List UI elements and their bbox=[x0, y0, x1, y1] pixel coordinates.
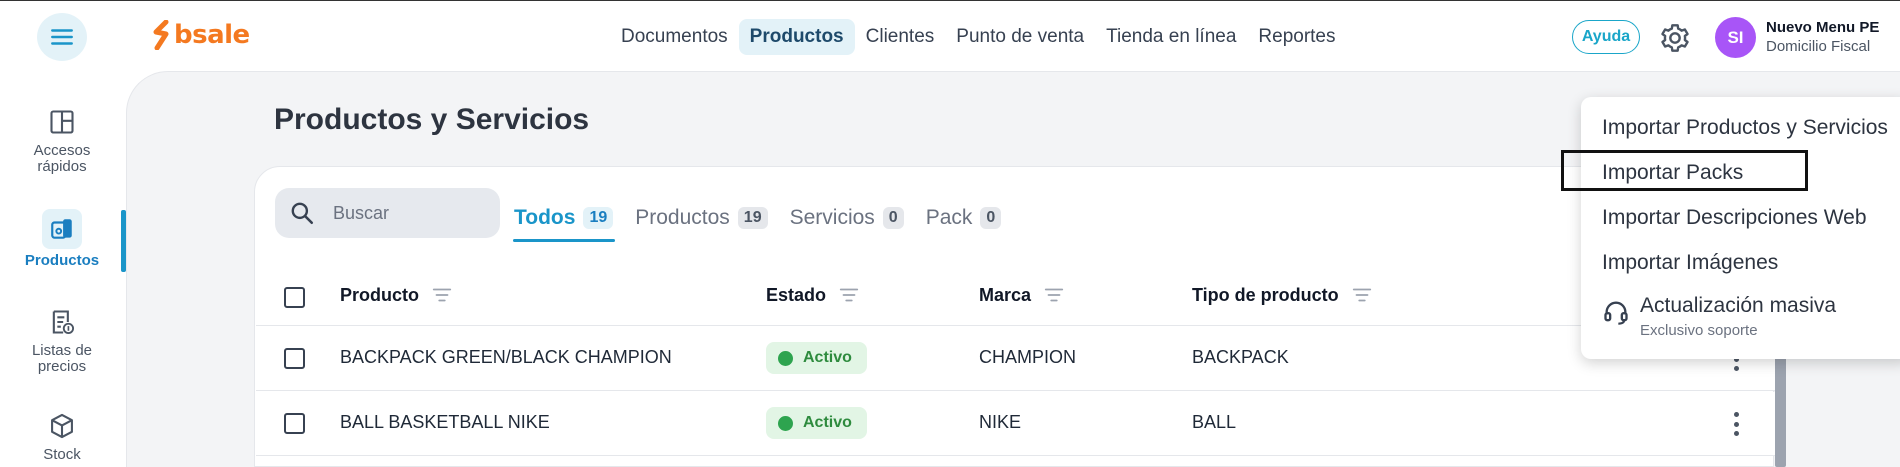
nav-productos[interactable]: Productos bbox=[738, 19, 855, 55]
filter-tabs: Todos 19 Productos 19 Servicios 0 Pack 0 bbox=[512, 198, 1023, 242]
search-input[interactable] bbox=[333, 202, 483, 224]
sort-icon[interactable] bbox=[1351, 284, 1373, 306]
column-header-estado[interactable]: Estado bbox=[766, 284, 860, 306]
row-checkbox[interactable] bbox=[284, 413, 305, 434]
status-dot-icon bbox=[778, 415, 793, 431]
layout-icon bbox=[47, 107, 77, 137]
top-header: bsale Documentos Productos Clientes Punt… bbox=[0, 0, 1900, 71]
sidebar-item-stock[interactable]: Stock bbox=[0, 411, 124, 463]
help-button[interactable]: Ayuda bbox=[1572, 20, 1640, 54]
nav-tienda-en-linea[interactable]: Tienda en línea bbox=[1095, 19, 1247, 55]
search-box[interactable] bbox=[275, 188, 500, 238]
menu-item-actualizacion-masiva[interactable]: Actualización masiva Exclusivo soporte bbox=[1602, 294, 1836, 339]
menu-item-importar-productos[interactable]: Importar Productos y Servicios bbox=[1602, 116, 1888, 140]
cell-producto: BALL BASKETBALL NIKE bbox=[340, 412, 550, 432]
menu-item-importar-descripciones-web[interactable]: Importar Descripciones Web bbox=[1602, 206, 1867, 230]
highlight-box bbox=[1561, 150, 1808, 191]
tab-label: Todos bbox=[514, 206, 576, 229]
column-header-tipo-de-producto[interactable]: Tipo de producto bbox=[1192, 284, 1373, 306]
cube-icon bbox=[47, 411, 77, 441]
tab-count-badge: 19 bbox=[583, 207, 614, 229]
gear-icon[interactable] bbox=[1659, 22, 1691, 54]
sidebar-item-label: Productos bbox=[24, 252, 100, 269]
tab-count-badge: 0 bbox=[882, 207, 904, 229]
sort-icon[interactable] bbox=[1043, 284, 1065, 306]
status-badge: Activo bbox=[766, 342, 867, 374]
import-dropdown-menu: Importar Productos y Servicios Importar … bbox=[1581, 97, 1900, 359]
support-headset-icon bbox=[1604, 301, 1628, 325]
sidebar: Accesos rápidos Productos Listas de prec… bbox=[0, 71, 126, 467]
sidebar-item-label: Listas de precios bbox=[31, 342, 93, 375]
table-row[interactable]: BACKPACK GREEN/BLACK CHAMPION Activo CHA… bbox=[256, 327, 1776, 391]
column-label: Producto bbox=[340, 284, 419, 305]
row-checkbox[interactable] bbox=[284, 348, 305, 369]
select-all-checkbox[interactable] bbox=[284, 287, 305, 308]
sidebar-item-label: Stock bbox=[43, 446, 81, 463]
column-label: Marca bbox=[979, 284, 1032, 305]
column-label: Estado bbox=[766, 284, 827, 305]
sidebar-item-accesos-rapidos[interactable]: Accesos rápidos bbox=[0, 107, 124, 175]
hamburger-menu-button[interactable] bbox=[37, 13, 87, 61]
cell-marca: CHAMPION bbox=[979, 347, 1077, 367]
column-header-producto[interactable]: Producto bbox=[340, 284, 453, 306]
bsale-logo-icon bbox=[153, 20, 169, 50]
sidebar-item-productos[interactable]: Productos bbox=[0, 209, 124, 269]
cell-marca: NIKE bbox=[979, 412, 1022, 432]
status-dot-icon bbox=[778, 350, 793, 366]
tab-count-badge: 19 bbox=[737, 207, 768, 229]
column-label: Tipo de producto bbox=[1192, 284, 1339, 305]
table-row[interactable]: BALL BASKETBALL NIKE Activo NIKE BALL bbox=[256, 392, 1776, 456]
main-nav: Documentos Productos Clientes Punto de v… bbox=[610, 18, 1347, 56]
menu-item-title: Actualización masiva bbox=[1640, 294, 1837, 317]
tab-label: Servicios bbox=[789, 206, 875, 229]
tab-todos[interactable]: Todos 19 bbox=[512, 198, 616, 242]
sidebar-item-label: Accesos rápidos bbox=[33, 142, 91, 175]
column-header-marca[interactable]: Marca bbox=[979, 284, 1065, 306]
products-icon bbox=[42, 209, 82, 249]
tab-count-badge: 0 bbox=[980, 207, 1002, 229]
company-name: Nuevo Menu PE bbox=[1766, 19, 1880, 36]
table-header: Producto Estado Marca Tipo de producto bbox=[256, 270, 1776, 326]
tab-servicios[interactable]: Servicios 0 bbox=[790, 198, 904, 238]
page-title: Productos y Servicios bbox=[274, 103, 590, 136]
sidebar-item-listas-de-precios[interactable]: Listas de precios bbox=[0, 307, 124, 375]
company-info[interactable]: Nuevo Menu PE Domicilio Fiscal bbox=[1766, 18, 1879, 56]
price-list-icon bbox=[47, 307, 77, 337]
search-icon bbox=[291, 202, 314, 225]
cell-tipo: BACKPACK bbox=[1192, 347, 1289, 367]
tab-label: Pack bbox=[925, 206, 973, 229]
sort-icon[interactable] bbox=[431, 284, 453, 306]
tab-productos[interactable]: Productos 19 bbox=[635, 198, 768, 238]
tab-pack[interactable]: Pack 0 bbox=[926, 198, 1002, 238]
user-avatar[interactable]: SI bbox=[1715, 17, 1756, 58]
nav-reportes[interactable]: Reportes bbox=[1247, 19, 1346, 55]
menu-item-subtitle: Exclusivo soporte bbox=[1640, 322, 1758, 339]
nav-clientes[interactable]: Clientes bbox=[855, 19, 946, 55]
tab-label: Productos bbox=[635, 206, 730, 229]
menu-item-importar-imagenes[interactable]: Importar Imágenes bbox=[1602, 251, 1778, 275]
status-badge: Activo bbox=[766, 407, 867, 439]
nav-punto-de-venta[interactable]: Punto de venta bbox=[945, 19, 1095, 55]
hamburger-icon bbox=[51, 29, 73, 45]
cell-tipo: BALL bbox=[1192, 412, 1237, 432]
bsale-logo[interactable]: bsale bbox=[152, 20, 250, 50]
sort-icon[interactable] bbox=[838, 284, 860, 306]
cell-producto: BACKPACK GREEN/BLACK CHAMPION bbox=[340, 347, 672, 367]
row-actions-icon[interactable] bbox=[1731, 412, 1741, 436]
status-label: Activo bbox=[803, 349, 852, 366]
company-branch: Domicilio Fiscal bbox=[1766, 38, 1871, 55]
nav-documentos[interactable]: Documentos bbox=[610, 19, 739, 55]
logo-text: bsale bbox=[174, 20, 250, 50]
status-label: Activo bbox=[803, 414, 852, 431]
